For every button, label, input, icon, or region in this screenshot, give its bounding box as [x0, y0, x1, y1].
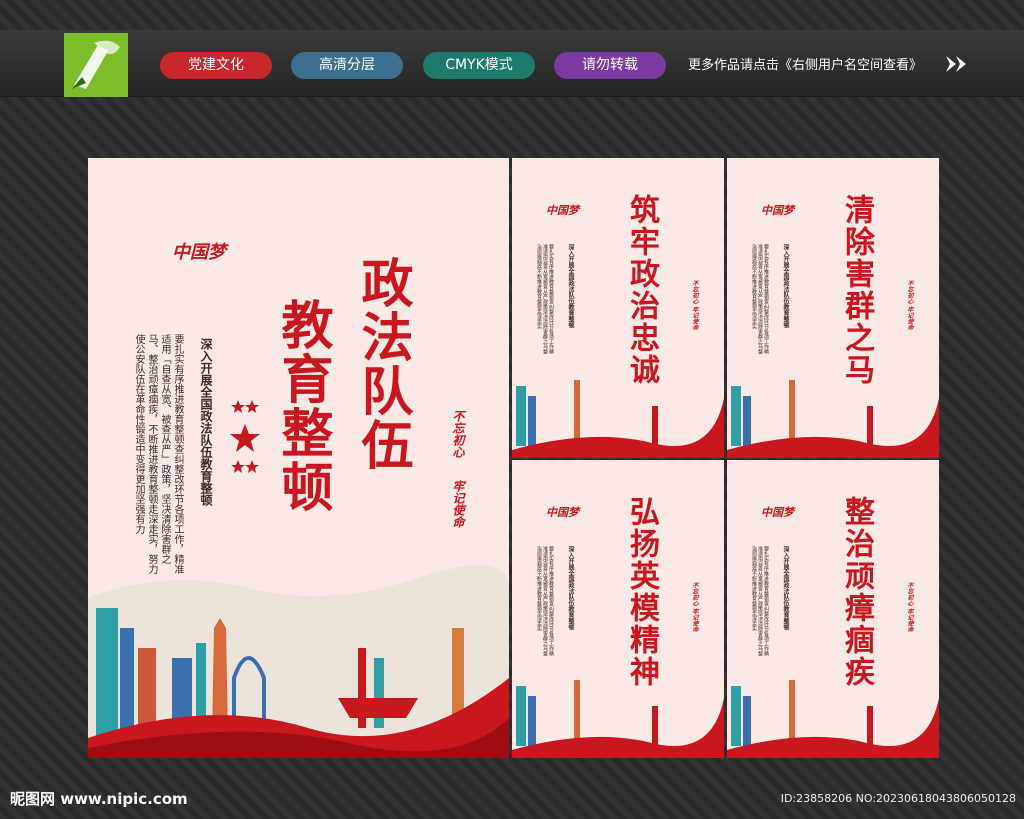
poster-seal: 不忘初心 牢记使命	[906, 582, 913, 633]
site-watermark: 昵图网 www.nipic.com	[10, 790, 188, 808]
poster-subtitle: 深入开展全国政法队伍教育整顿	[782, 244, 789, 328]
tag-party-culture[interactable]: 党建文化	[160, 52, 272, 79]
poster-body-text: 要扎实有序推进教育整顿查纠整改环节各项工作精准适用自查从宽被查从严政策坚决清除害…	[536, 546, 554, 656]
china-dream-logo: 中国梦	[546, 506, 579, 519]
main-subtitle: 深入开展全国政法队伍教育整顿	[199, 338, 213, 506]
poster-body-text: 要扎实有序推进教育整顿查纠整改环节各项工作精准适用自查从宽被查从严政策坚决清除害…	[536, 244, 554, 354]
china-dream-logo: 中国梦	[761, 204, 794, 217]
poster-body-text: 要扎实有序推进教育整顿查纠整改环节各项工作精准适用自查从宽被查从严政策坚决清除害…	[751, 244, 769, 354]
poster-seal: 不忘初心 牢记使命	[691, 582, 698, 633]
poster-subtitle: 深入开展全国政法队伍教育整顿	[782, 546, 789, 630]
poster-heroes: 中国梦 弘扬英模精神 深入开展全国政法队伍教育整顿 要扎实有序推进教育整顿查纠整…	[512, 460, 724, 758]
poster-remove-bad: 中国梦 清除害群之马 深入开展全国政法队伍教育整顿 要扎实有序推进教育整顿查纠整…	[727, 158, 939, 458]
pen-icon	[72, 40, 120, 89]
poster-title: 清除害群之马	[839, 194, 874, 386]
tag-no-repost[interactable]: 请勿转载	[554, 52, 666, 79]
poster-title: 弘扬英模精神	[624, 496, 659, 688]
tag-cmyk[interactable]: CMYK模式	[423, 52, 535, 79]
double-arrow-icon[interactable]	[944, 54, 970, 74]
poster-fix-problems: 中国梦 整治顽瘴痼疾 深入开展全国政法队伍教育整顿 要扎实有序推进教育整顿查纠整…	[727, 460, 939, 758]
poster-title: 整治顽瘴痼疾	[839, 496, 874, 688]
more-works-link[interactable]: 更多作品请点击《右侧用户名空间查看》	[688, 54, 922, 73]
image-id-text: ID:23858206 NO:20230618043806050128	[780, 792, 1016, 805]
stars-decoration	[230, 400, 260, 473]
poster-subtitle: 深入开展全国政法队伍教育整顿	[567, 546, 574, 630]
china-dream-logo: 中国梦	[546, 204, 579, 217]
main-title-col1: 政法队伍	[352, 256, 413, 472]
tag-hd-layers[interactable]: 高清分层	[291, 52, 403, 79]
poster-seal: 不忘初心 牢记使命	[906, 280, 913, 331]
main-title-col2: 教育整顿	[272, 298, 333, 514]
poster-loyalty: 中国梦 筑牢政治忠诚 深入开展全国政法队伍教育整顿 要扎实有序推进教育整顿查纠整…	[512, 158, 724, 458]
poster-subtitle: 深入开展全国政法队伍教育整顿	[567, 244, 574, 328]
seal-remember-mission: 牢记使命	[451, 480, 465, 528]
site-logo[interactable]	[64, 33, 128, 97]
china-dream-logo: 中国梦	[761, 506, 794, 519]
main-body-text: 要扎实有序推进教育整顿查纠整改环节各项工作，精准适用「自查从宽、被查从严」政策，…	[133, 334, 183, 574]
poster-seal: 不忘初心 牢记使命	[691, 280, 698, 331]
china-dream-logo: 中国梦	[172, 242, 226, 263]
seal-stay-true: 不忘初心	[451, 410, 465, 458]
main-poster: 中国梦 政法队伍 教育整顿 深入开展全国政法队伍教育整顿 要扎实有序推进教育整顿…	[88, 158, 509, 758]
poster-body-text: 要扎实有序推进教育整顿查纠整改环节各项工作精准适用自查从宽被查从严政策坚决清除害…	[751, 546, 769, 656]
poster-title: 筑牢政治忠诚	[624, 194, 659, 386]
